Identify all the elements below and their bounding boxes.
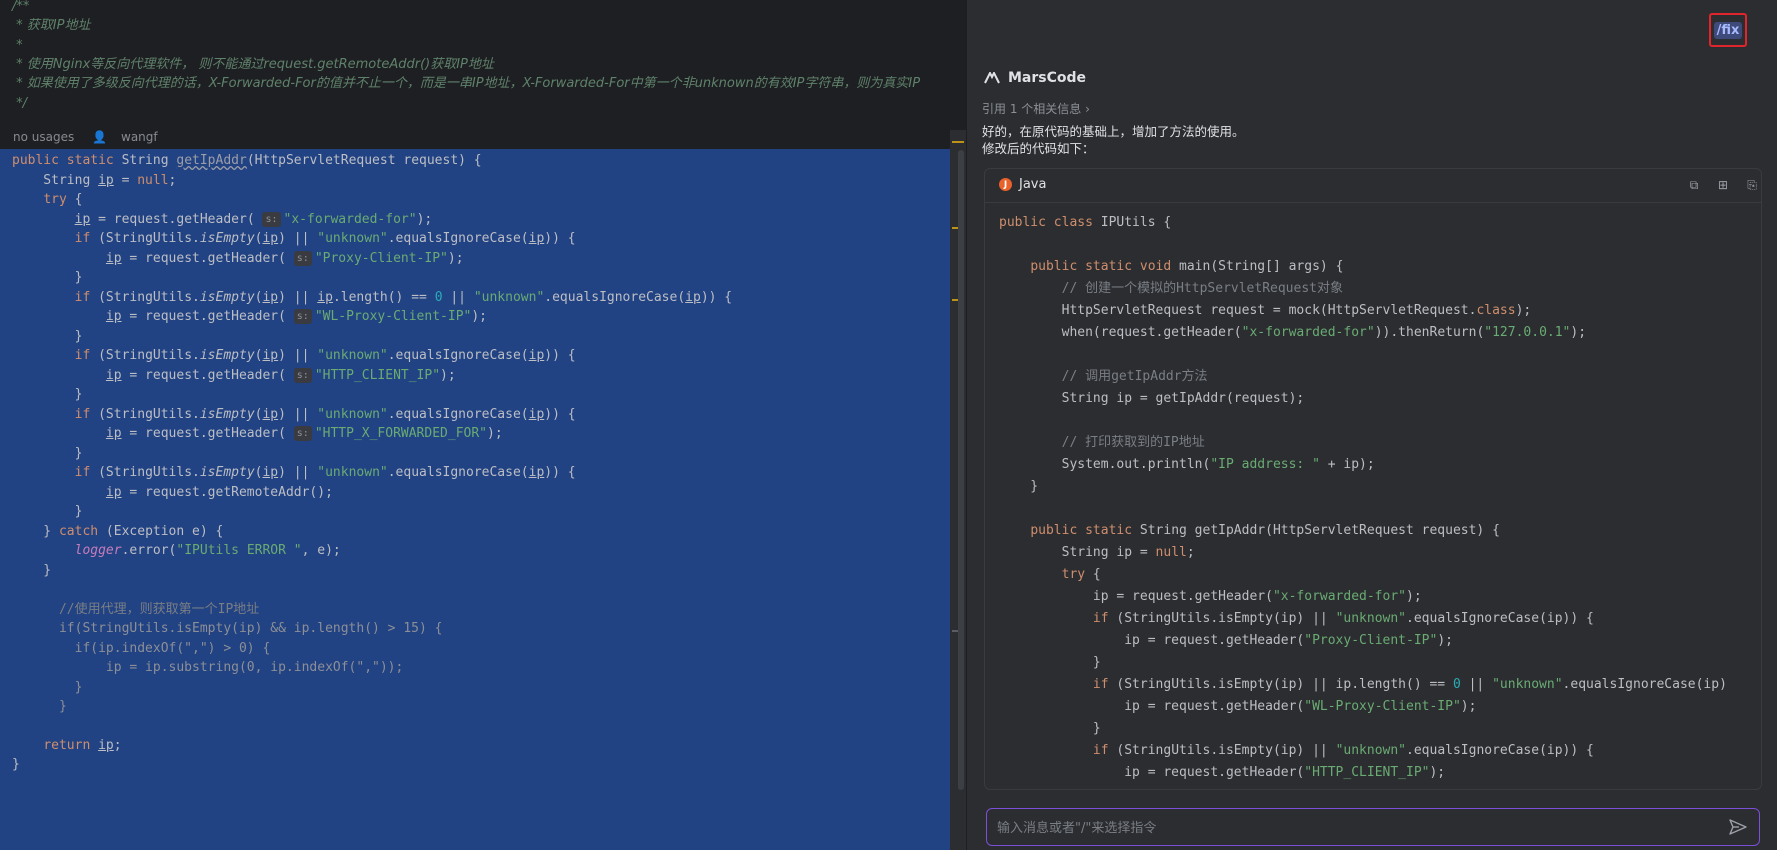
code-block: J Java ⧉ ⊞ ⎘ public class IPUtils { publ… (984, 168, 1762, 790)
code-line: // 调用getIpAddr方法 (1061, 369, 1208, 384)
code-line: logger.error("IPUtils ERROR ", e); (74, 543, 341, 558)
code-line: } (12, 504, 83, 519)
code-line: public class IPUtils { (999, 215, 1172, 230)
code-line: String ip = getIpAddr(request); (999, 391, 1305, 406)
chat-input[interactable] (995, 817, 1699, 839)
code-line: if (StringUtils.isEmpty(ip) || ip.length… (1092, 677, 1727, 692)
code-vision-hints: no usages 👤 wangf (13, 130, 172, 144)
code-line: } (999, 655, 1101, 670)
code-line: ip = request.getHeader("HTTP_CLIENT_IP")… (999, 765, 1446, 780)
code-language: J Java (999, 177, 1046, 192)
doc-line: * 获取IP地址 (12, 18, 91, 33)
author-icon: 👤 (92, 130, 108, 144)
code-line: } (12, 563, 52, 578)
code-line: public static void main(String[] args) { (1030, 259, 1344, 274)
code-line: } (12, 757, 20, 772)
marscode-logo-icon (984, 72, 1000, 84)
code-line: String ip = null; (999, 545, 1195, 560)
code-block-header: J Java ⧉ ⊞ ⎘ (985, 169, 1761, 203)
code-line: public static String getIpAddr(HttpServl… (12, 153, 482, 168)
code-line: ip = request.getHeader( s: "HTTP_X_FORWAR… (105, 426, 503, 441)
code-line: try { (1061, 567, 1101, 582)
chat-input-box[interactable] (986, 808, 1760, 846)
assistant-message: 修改后的代码如下： (982, 141, 1095, 156)
insert-icon[interactable]: ⊞ (1716, 178, 1730, 192)
code-line: } (12, 699, 67, 714)
code-line: } (12, 387, 83, 402)
assistant-brand: MarsCode (984, 70, 1086, 86)
reference-link[interactable]: 引用 1 个相关信息 › (982, 100, 1090, 117)
code-line: ip = request.getHeader("x-forwarded-for"… (999, 589, 1422, 604)
code-line: System.out.println("IP address: " + ip); (999, 457, 1375, 472)
code-line: return ip; (43, 738, 122, 753)
fix-command-button[interactable]: /fix (1709, 13, 1747, 47)
java-icon: J (999, 178, 1012, 191)
code-line: } (999, 721, 1101, 736)
editor-scrollbar[interactable] (958, 150, 964, 790)
code-line: if (StringUtils.isEmpty(ip) || "unknown"… (1092, 743, 1594, 758)
author-hint[interactable]: wangf (121, 130, 158, 144)
code-line: } (12, 270, 83, 285)
code-line: public static String getIpAddr(HttpServl… (1030, 523, 1500, 538)
brand-name: MarsCode (1008, 70, 1087, 86)
new-file-icon[interactable]: ⎘ (1745, 178, 1759, 192)
code-line: if(StringUtils.isEmpty(ip) && ip.length(… (12, 621, 443, 636)
usages-hint[interactable]: no usages (13, 130, 74, 144)
doc-line: * 如果使用了多级反向代理的话，X-Forwarded-For的值并不止一个，而… (12, 76, 921, 91)
code-line: } (999, 479, 1039, 494)
code-line: ip = request.getHeader("Proxy-Client-IP"… (999, 633, 1453, 648)
doc-line: */ (12, 96, 28, 111)
code-line: if (StringUtils.isEmpty(ip) || "unknown"… (1092, 611, 1594, 626)
code-line: when(request.getHeader("x-forwarded-for"… (999, 325, 1587, 340)
code-line: ip = request.getHeader( s: "WL-Proxy-Clie… (105, 309, 488, 324)
fix-label: /fix (1713, 21, 1743, 39)
code-editor[interactable]: /** * 获取IP地址 * * 使用Nginx等反向代理软件， 则不能通过re… (0, 0, 966, 850)
code-line: if (StringUtils.isEmpty(ip) || "unknown"… (74, 465, 576, 480)
code-language-label: Java (1019, 177, 1047, 192)
code-line: HttpServletRequest request = mock(HttpSe… (999, 303, 1532, 318)
code-line: if (StringUtils.isEmpty(ip) || "unknown"… (74, 231, 576, 246)
send-icon[interactable] (1729, 819, 1747, 835)
code-line: ip = ip.substring(0, ip.indexOf(",")); (12, 660, 404, 675)
code-line: try { (43, 192, 83, 207)
copy-icon[interactable]: ⧉ (1687, 178, 1701, 192)
code-line: // 创建一个模拟的HttpServletRequest对象 (1061, 281, 1343, 296)
code-line: if (StringUtils.isEmpty(ip) || "unknown"… (74, 348, 576, 363)
code-line: // 打印获取到的IP地址 (1061, 435, 1205, 450)
method-name: getIpAddr (176, 153, 247, 168)
code-line: ip = request.getHeader("WL-Proxy-Client-… (999, 699, 1477, 714)
